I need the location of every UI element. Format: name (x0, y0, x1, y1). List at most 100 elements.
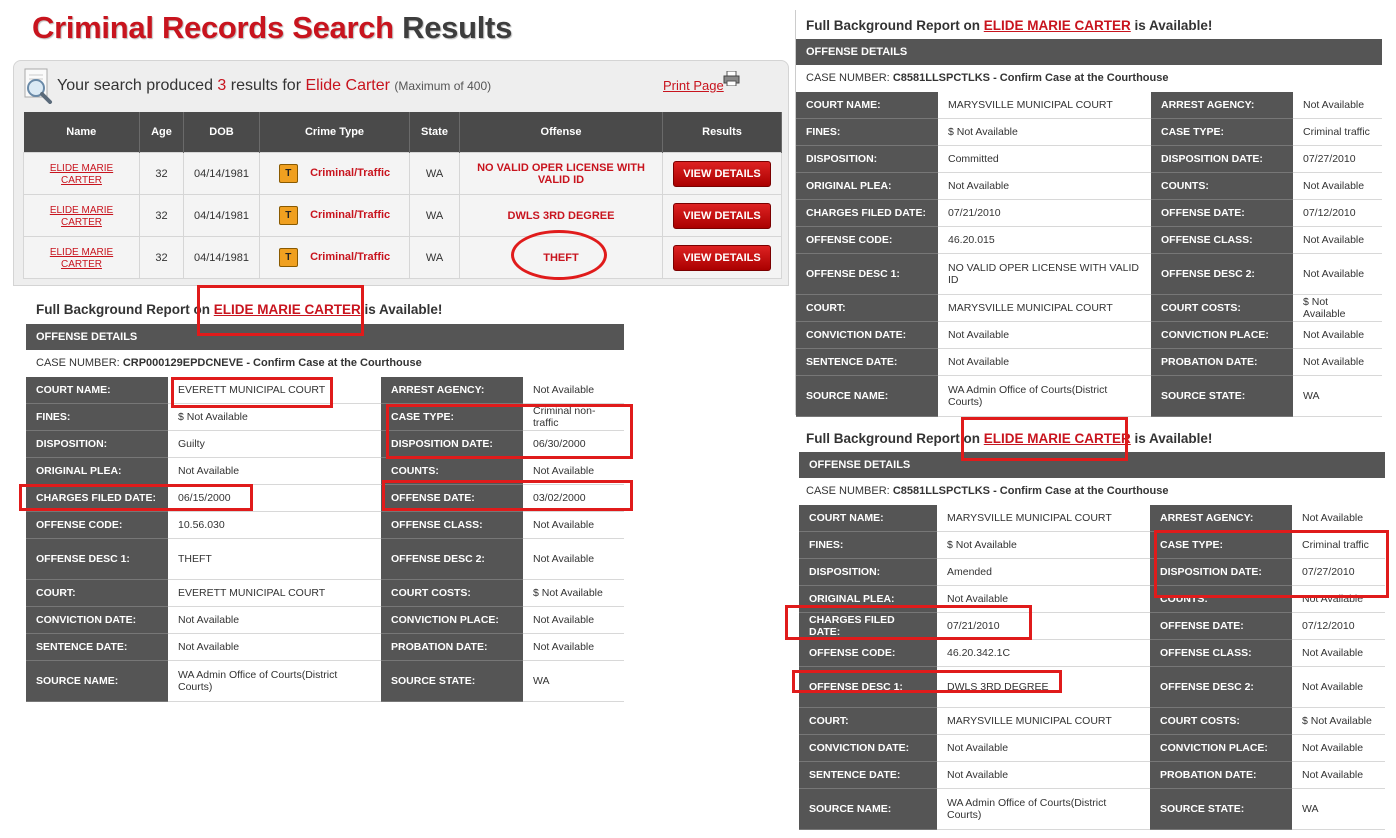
name-cell: ELIDE MARIE CARTER (23, 152, 140, 195)
detail-row: DISPOSITION: Committed DISPOSITION DATE: 07… (796, 145, 1382, 173)
offense-details-header: OFFENSE DETAILS (796, 39, 1382, 65)
detail-value: 07/12/2010 (1292, 612, 1385, 640)
detail-label: PROBATION DATE: (1150, 761, 1292, 789)
page-title-results: Results (402, 10, 513, 45)
detail-label: ARREST AGENCY: (1151, 92, 1293, 119)
age-cell: 32 (139, 194, 184, 237)
case-number-label: CASE NUMBER: (806, 72, 890, 84)
detail-row: SOURCE NAME: WA Admin Office of Courts(Di… (799, 788, 1385, 830)
detail-label: CONVICTION PLACE: (381, 606, 523, 634)
detail-label: SOURCE STATE: (381, 660, 523, 702)
case-number-value: CRP000129EPDCNEVE (122, 357, 244, 369)
detail-row: ORIGINAL PLEA: Not Available COUNTS: Not Av… (796, 172, 1382, 200)
detail-label: OFFENSE DESC 2: (1150, 666, 1292, 708)
print-page-link[interactable]: Print Page (663, 78, 724, 93)
detail-row: CONVICTION DATE: Not Available CONVICTION … (799, 734, 1385, 762)
detail-value: WA (1292, 788, 1385, 830)
detail-label: CONVICTION PLACE: (1151, 321, 1293, 349)
report-name-link[interactable]: ELIDE MARIE CARTER (984, 18, 1131, 33)
dob-cell: 04/14/1981 (183, 236, 260, 279)
crime-type-label: Criminal/Traffic (310, 167, 391, 179)
detail-value: NO VALID OPER LICENSE WITH VALID ID (938, 253, 1151, 295)
detail-row: SOURCE NAME: WA Admin Office of Courts(Di… (26, 660, 624, 702)
results-header-row: Name Age DOB Crime Type State Offense Re… (23, 112, 782, 153)
case-number-suffix: - Confirm Case at the Courthouse (993, 72, 1169, 84)
report-title-prefix: Full Background Report on (806, 18, 980, 33)
detail-value: Not Available (168, 633, 381, 661)
col-header-results: Results (662, 112, 782, 153)
crime-type-cell: T Criminal/Traffic (259, 152, 410, 195)
detail-label: CONVICTION DATE: (799, 734, 937, 762)
detail-value: Not Available (523, 511, 624, 539)
report-title-prefix: Full Background Report on (36, 302, 210, 317)
annotation-box (197, 285, 364, 336)
name-link[interactable]: ELIDE MARIE CARTER (50, 247, 113, 270)
detail-label: COURT NAME: (799, 505, 937, 532)
detail-value: MARYSVILLE MUNICIPAL COURT (937, 707, 1150, 735)
detail-row: SENTENCE DATE: Not Available PROBATION DAT… (26, 633, 624, 661)
case-number-label: CASE NUMBER: (36, 357, 120, 369)
detail-value: $ Not Available (1292, 707, 1385, 735)
detail-label: DISPOSITION: (26, 430, 168, 458)
detail-label: CASE TYPE: (1151, 118, 1293, 146)
results-cell: VIEW DETAILS (662, 236, 782, 279)
detail-label: OFFENSE CODE: (799, 639, 937, 667)
name-link[interactable]: ELIDE MARIE CARTER (50, 163, 113, 186)
detail-label: SOURCE STATE: (1150, 788, 1292, 830)
detail-label: COURT: (26, 579, 168, 607)
detail-label: COURT COSTS: (381, 579, 523, 607)
annotation-circle (511, 230, 607, 280)
detail-label: ARREST AGENCY: (381, 377, 523, 404)
detail-value: Not Available (938, 348, 1151, 376)
detail-value: 07/12/2010 (1293, 199, 1382, 227)
case-number: CASE NUMBER: C8581LLSPCTLKS - Confirm Ca… (806, 485, 1168, 497)
detail-value: Not Available (523, 538, 624, 580)
detail-label: OFFENSE CLASS: (1151, 226, 1293, 254)
detail-label: SENTENCE DATE: (796, 348, 938, 376)
case-number-suffix: - Confirm Case at the Courthouse (993, 485, 1169, 497)
detail-label: SOURCE STATE: (1151, 375, 1293, 417)
detail-row: COURT NAME: MARYSVILLE MUNICIPAL COURT ARR… (799, 505, 1385, 532)
detail-value: Criminal traffic (1293, 118, 1382, 146)
detail-row: CHARGES FILED DATE: 07/21/2010 OFFENSE DAT… (796, 199, 1382, 227)
detail-label: ORIGINAL PLEA: (26, 457, 168, 485)
page-title: Criminal Records Search Results (32, 10, 512, 46)
case-number: CASE NUMBER: C8581LLSPCTLKS - Confirm Ca… (806, 72, 1168, 84)
traffic-badge-icon: T (278, 206, 298, 225)
detail-value: $ Not Available (523, 579, 624, 607)
crime-type-cell: T Criminal/Traffic (259, 194, 410, 237)
view-details-button[interactable]: VIEW DETAILS (673, 202, 771, 229)
detail-value: 07/21/2010 (938, 199, 1151, 227)
name-link[interactable]: ELIDE MARIE CARTER (50, 205, 113, 228)
view-details-button[interactable]: VIEW DETAILS (673, 244, 771, 271)
detail-label: OFFENSE CODE: (26, 511, 168, 539)
detail-label: ORIGINAL PLEA: (796, 172, 938, 200)
crime-type-label: Criminal/Traffic (310, 251, 391, 263)
detail-label: SENTENCE DATE: (799, 761, 937, 789)
detail-label: OFFENSE DESC 1: (796, 253, 938, 295)
detail-row: OFFENSE CODE: 46.20.015 OFFENSE CLASS: Not … (796, 226, 1382, 254)
detail-label: COUNTS: (1151, 172, 1293, 200)
detail-label: CONVICTION DATE: (26, 606, 168, 634)
detail-value: Not Available (1293, 348, 1382, 376)
printer-icon[interactable] (723, 71, 740, 86)
detail-value: $ Not Available (938, 118, 1151, 146)
detail-label: COURT NAME: (796, 92, 938, 119)
name-cell: ELIDE MARIE CARTER (23, 194, 140, 237)
detail-value: Amended (937, 558, 1150, 586)
detail-value: Not Available (937, 734, 1150, 762)
detail-label: CONVICTION PLACE: (1150, 734, 1292, 762)
col-header-state: State (409, 112, 460, 153)
detail-row: OFFENSE CODE: 10.56.030 OFFENSE CLASS: Not … (26, 511, 624, 539)
detail-label: COURT COSTS: (1150, 707, 1292, 735)
detail-label: FINES: (799, 531, 937, 559)
detail-value: Not Available (1292, 505, 1385, 532)
detail-row: COURT NAME: MARYSVILLE MUNICIPAL COURT ARR… (796, 92, 1382, 119)
state-cell: WA (409, 152, 460, 195)
offense-cell: NO VALID OPER LICENSE WITH VALID ID (459, 152, 663, 195)
report-title: Full Background Report on ELIDE MARIE CA… (806, 18, 1212, 33)
detail-value: 46.20.015 (938, 226, 1151, 254)
traffic-badge-icon: T (278, 248, 298, 267)
detail-row: OFFENSE DESC 1: NO VALID OPER LICENSE WIT… (796, 253, 1382, 295)
view-details-button[interactable]: VIEW DETAILS (673, 160, 771, 187)
